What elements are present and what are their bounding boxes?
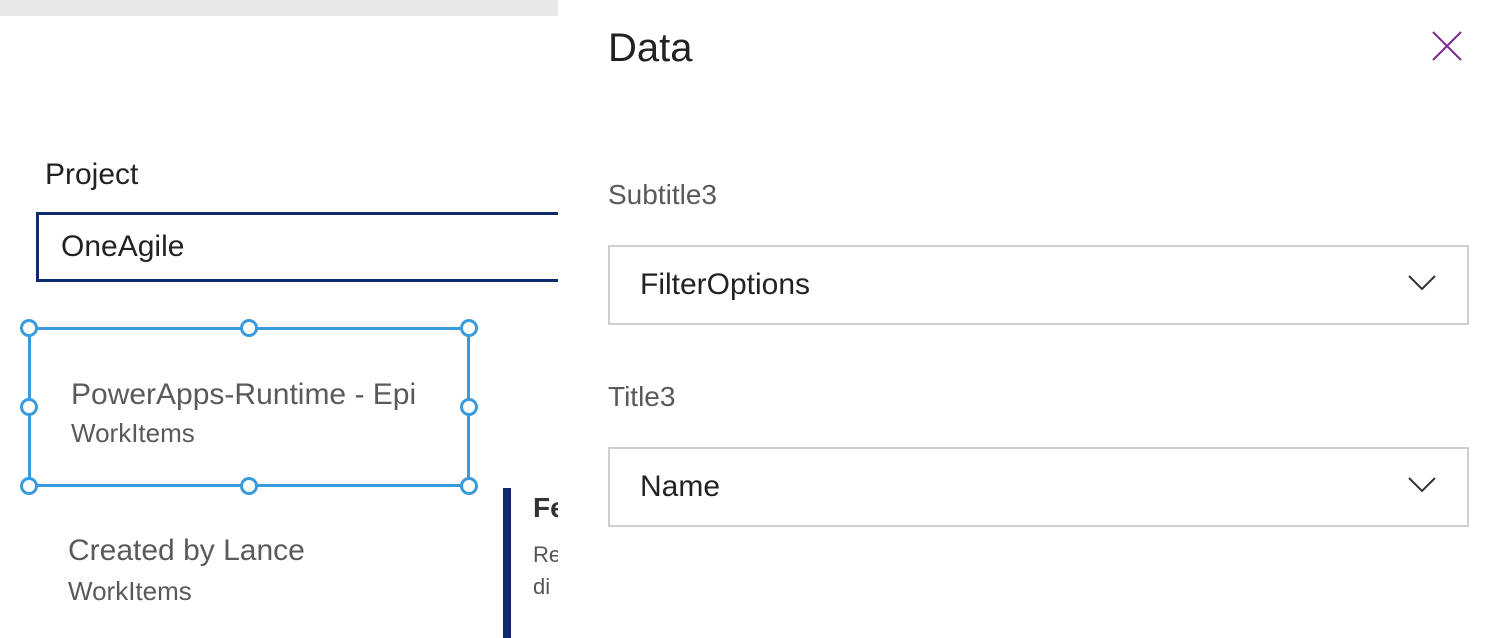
- resize-handle-middle-left[interactable]: [20, 398, 38, 416]
- chevron-down-icon: [1407, 274, 1437, 297]
- panel-header: Data: [608, 26, 1469, 71]
- project-value: OneAgile: [61, 230, 184, 264]
- dropdown-value: FilterOptions: [640, 268, 810, 302]
- close-button[interactable]: [1425, 27, 1469, 71]
- item-subtitle: WorkItems: [71, 418, 431, 449]
- data-panel: Data Subtitle3 FilterOptions Title3 Name: [558, 0, 1511, 637]
- project-dropdown[interactable]: OneAgile: [36, 212, 558, 282]
- resize-handle-middle-right[interactable]: [460, 398, 478, 416]
- chevron-down-icon: [1407, 476, 1437, 499]
- close-icon: [1429, 28, 1465, 69]
- field-title3: Title3 Name: [608, 381, 1469, 527]
- dropdown-value: Name: [640, 470, 720, 504]
- resize-handle-top-right[interactable]: [460, 319, 478, 337]
- detail-line1-peek: Re: [533, 542, 558, 568]
- title3-dropdown[interactable]: Name: [608, 447, 1469, 527]
- field-label: Subtitle3: [608, 179, 1469, 211]
- panel-title: Data: [608, 26, 693, 71]
- resize-handle-bottom-middle[interactable]: [240, 477, 258, 495]
- top-strip: [0, 0, 558, 16]
- resize-handle-top-left[interactable]: [20, 319, 38, 337]
- resize-handle-bottom-right[interactable]: [460, 477, 478, 495]
- field-subtitle3: Subtitle3 FilterOptions: [608, 179, 1469, 325]
- selected-gallery-item[interactable]: PowerApps-Runtime - Epi WorkItems: [28, 327, 470, 487]
- resize-handle-bottom-left[interactable]: [20, 477, 38, 495]
- project-label: Project: [45, 158, 138, 192]
- canvas-area: Project OneAgile PowerApps-Runtime - Epi…: [0, 16, 558, 637]
- detail-line2-peek: di: [533, 574, 558, 600]
- item-subtitle: WorkItems: [68, 576, 468, 607]
- detail-heading-peek: Fe: [533, 492, 558, 524]
- subtitle3-dropdown[interactable]: FilterOptions: [608, 245, 1469, 325]
- field-label: Title3: [608, 381, 1469, 413]
- gallery-item[interactable]: Created by Lance WorkItems: [68, 534, 468, 607]
- item-title: Created by Lance: [68, 534, 468, 568]
- item-title: PowerApps-Runtime - Epi: [71, 378, 431, 412]
- resize-handle-top-middle[interactable]: [240, 319, 258, 337]
- detail-indicator-bar: [503, 488, 511, 638]
